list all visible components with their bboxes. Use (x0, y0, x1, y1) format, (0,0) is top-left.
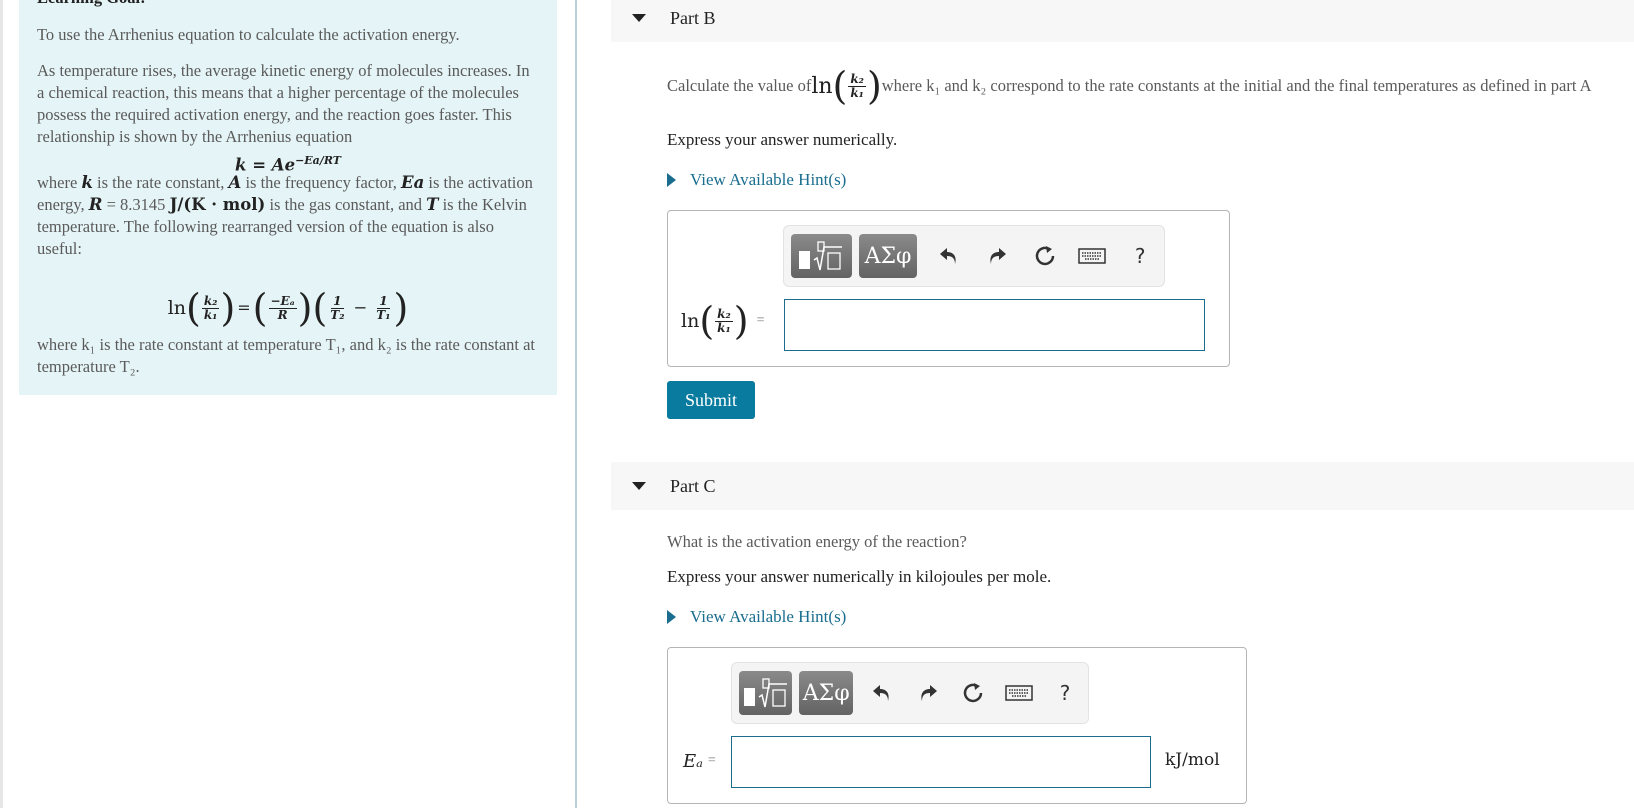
part-b-answer-label: ln ( k₂ k₁ ) = (681, 299, 765, 343)
redo-icon (990, 248, 1006, 264)
reset-button[interactable] (951, 671, 997, 715)
part-c-answer-input[interactable] (731, 736, 1151, 788)
reset-icon (964, 683, 983, 703)
collapse-caret-icon[interactable] (632, 482, 646, 490)
part-c-instruction: Express your answer numerically in kiloj… (667, 567, 1052, 586)
left-gutter (0, 0, 3, 808)
learning-goal-paragraph-3: where k₁ is the rate constant at tempera… (37, 335, 536, 376)
templates-icon (799, 241, 843, 271)
part-b-title: Part B (670, 7, 716, 28)
part-c-question: What is the activation energy of the rea… (667, 532, 967, 551)
arrhenius-equation: k = Ae−Ea/RT (37, 150, 539, 175)
part-b-header[interactable]: Part B (611, 0, 1634, 42)
part-b-submit-button[interactable]: Submit (667, 381, 755, 419)
learning-goal-paragraph-2: where k is the rate constant, A is the f… (37, 173, 533, 258)
undo-icon (940, 248, 956, 264)
keyboard-button[interactable] (1069, 234, 1117, 278)
part-c-hints-toggle[interactable]: View Available Hint(s) (667, 607, 846, 627)
part-b-answer-input[interactable] (784, 299, 1205, 351)
fraction-ea-r: −Eₐ R (268, 293, 297, 322)
fraction-k2-k1: k₂ k₁ (201, 293, 220, 322)
symbols-button[interactable]: ΑΣφ (799, 671, 853, 715)
templates-icon (743, 678, 787, 708)
templates-button[interactable] (791, 234, 852, 278)
undo-button[interactable] (925, 234, 973, 278)
help-button[interactable]: ? (1116, 234, 1164, 278)
expand-triangle-icon (667, 610, 676, 624)
redo-button[interactable] (973, 234, 1021, 278)
undo-button[interactable] (859, 671, 905, 715)
part-c-units: kJ/mol (1165, 750, 1220, 770)
part-c-answer-label: Eₐ = (683, 750, 716, 772)
learning-goal-title: Learning Goal: (37, 0, 539, 8)
keyboard-button[interactable] (996, 671, 1042, 715)
part-b-hints-toggle[interactable]: View Available Hint(s) (667, 170, 846, 190)
help-button[interactable]: ? (1042, 671, 1088, 715)
keyboard-icon (1078, 248, 1107, 264)
redo-icon (921, 685, 937, 701)
part-b-answer-box: ΑΣφ ? ln ( k₂ k₁ ) = (667, 210, 1230, 367)
symbols-button[interactable]: ΑΣφ (858, 234, 918, 278)
templates-button[interactable] (739, 671, 793, 715)
part-b-question: Calculate the value of ln ( k₂ k₁ ) where… (667, 64, 1592, 108)
expand-triangle-icon (667, 173, 676, 187)
fraction-1-t1: 1 T₁ (376, 293, 391, 322)
part-c-header[interactable]: Part C (611, 462, 1634, 510)
fraction-1-t2: 1 T₂ (330, 293, 345, 322)
learning-goal-panel: Learning Goal: To use the Arrhenius equa… (19, 0, 557, 395)
rearranged-arrhenius-equation: ln ( k₂ k₁ ) = ( −Eₐ R ) ( 1 T₂ − 1 T₁ ) (167, 286, 409, 330)
keyboard-icon (1005, 685, 1033, 701)
panel-divider[interactable] (575, 0, 577, 808)
redo-button[interactable] (905, 671, 951, 715)
learning-goal-paragraph-1: As temperature rises, the average kineti… (37, 61, 530, 146)
equation-exponent: −Ea/RT (295, 154, 341, 167)
math-toolbar: ΑΣφ ? (731, 662, 1089, 724)
undo-icon (872, 685, 889, 701)
part-b-instruction: Express your answer numerically. (667, 130, 898, 149)
collapse-caret-icon[interactable] (632, 14, 646, 22)
reset-button[interactable] (1021, 234, 1069, 278)
math-toolbar: ΑΣφ ? (783, 225, 1165, 287)
part-c-title: Part C (670, 475, 716, 496)
learning-goal-intro: To use the Arrhenius equation to calcula… (37, 25, 460, 44)
reset-icon (1035, 246, 1054, 266)
part-c-answer-box: ΑΣφ ? Eₐ = kJ/mol (667, 647, 1247, 804)
